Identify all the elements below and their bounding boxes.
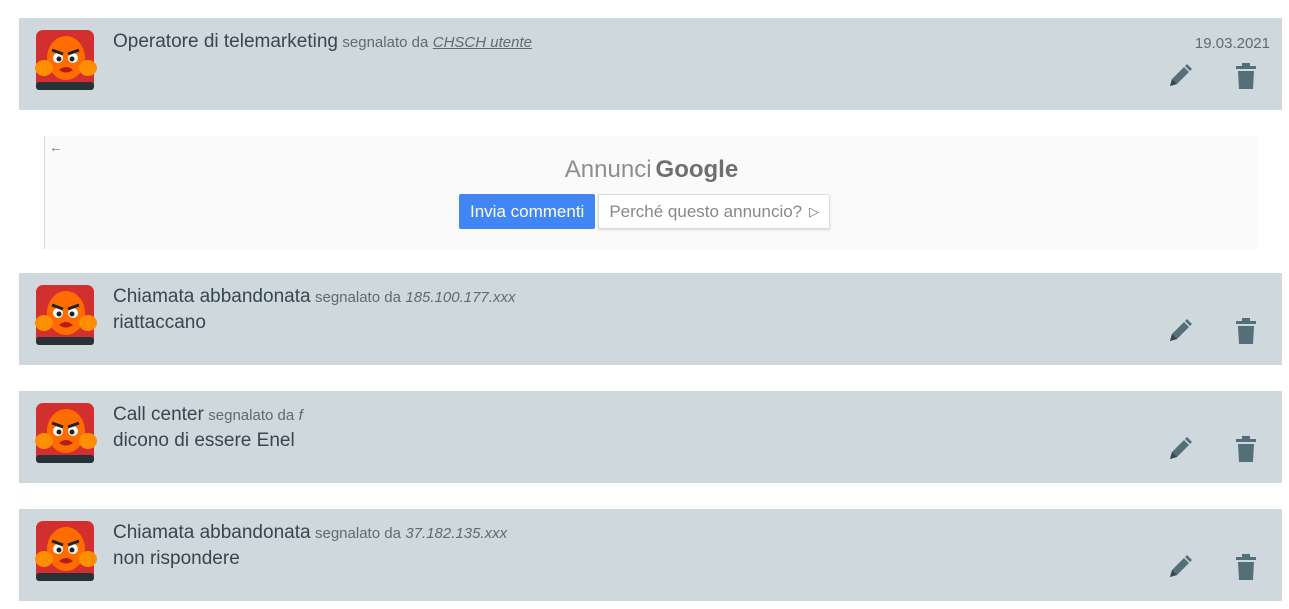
report-card: Chiamata abbandonata segnalato da 37.182… — [19, 509, 1282, 601]
reported-by-label: segnalato da — [342, 34, 429, 51]
pencil-icon — [1170, 437, 1192, 459]
delete-button[interactable] — [1231, 433, 1261, 465]
report-header: Chiamata abbandonata segnalato da 185.10… — [113, 286, 515, 308]
delete-button[interactable] — [1231, 551, 1261, 583]
edit-button[interactable] — [1165, 551, 1195, 583]
report-category: Operatore di telemarketing — [113, 31, 338, 52]
report-header: Call center segnalato da f — [113, 404, 303, 426]
reported-by-label: segnalato da — [315, 289, 401, 306]
report-comment: non rispondere — [113, 548, 240, 569]
report-card: Call center segnalato da f dicono di ess… — [19, 391, 1282, 483]
reported-by-label: segnalato da — [315, 525, 401, 542]
pencil-icon — [1170, 64, 1192, 86]
pencil-icon — [1170, 319, 1192, 341]
back-arrow-icon[interactable]: ← — [49, 139, 63, 155]
report-category: Chiamata abbandonata — [113, 522, 311, 543]
report-author-link[interactable]: CHSCH utente — [433, 34, 532, 51]
trash-icon — [1236, 318, 1256, 344]
report-header: Operatore di telemarketing segnalato da … — [113, 31, 532, 53]
delete-button[interactable] — [1231, 315, 1261, 347]
avatar-icon — [32, 401, 98, 467]
why-this-ad-button[interactable]: Perché questo annuncio? ▷ — [598, 194, 831, 229]
report-comment: riattaccano — [113, 312, 206, 333]
report-author: 37.182.135.xxx — [405, 525, 508, 542]
google-logo: Google — [655, 156, 739, 183]
pencil-icon — [1170, 555, 1192, 577]
avatar-icon — [32, 283, 98, 349]
send-feedback-button[interactable]: Invia commenti — [459, 194, 596, 229]
report-author: 185.100.177.xxx — [405, 289, 516, 306]
avatar-icon — [32, 519, 98, 585]
report-category: Call center — [113, 404, 204, 425]
report-card: Operatore di telemarketing segnalato da … — [19, 18, 1282, 110]
edit-button[interactable] — [1165, 60, 1195, 92]
ad-choices-icon: ▷ — [809, 204, 820, 219]
why-this-ad-label: Perché questo annuncio? — [609, 202, 803, 221]
trash-icon — [1236, 63, 1256, 89]
report-card: Chiamata abbandonata segnalato da 185.10… — [19, 273, 1282, 365]
report-category: Chiamata abbandonata — [113, 286, 311, 307]
avatar-icon — [32, 28, 98, 94]
delete-button[interactable] — [1231, 60, 1261, 92]
ad-title-prefix: Annunci — [564, 156, 652, 183]
trash-icon — [1236, 436, 1256, 462]
report-header: Chiamata abbandonata segnalato da 37.182… — [113, 522, 507, 544]
ad-buttons: Invia commenti Perché questo annuncio? ▷ — [459, 194, 831, 229]
reported-by-label: segnalato da — [208, 407, 295, 424]
ad-title: Annunci Google — [45, 156, 1258, 184]
google-ad-block: ← Annunci Google Invia commenti Perché qu… — [44, 136, 1258, 249]
trash-icon — [1236, 554, 1256, 580]
report-author: f — [298, 407, 303, 424]
report-date: 19.03.2021 — [1194, 35, 1270, 52]
edit-button[interactable] — [1165, 315, 1195, 347]
report-comment: dicono di essere Enel — [113, 430, 295, 451]
edit-button[interactable] — [1165, 433, 1195, 465]
